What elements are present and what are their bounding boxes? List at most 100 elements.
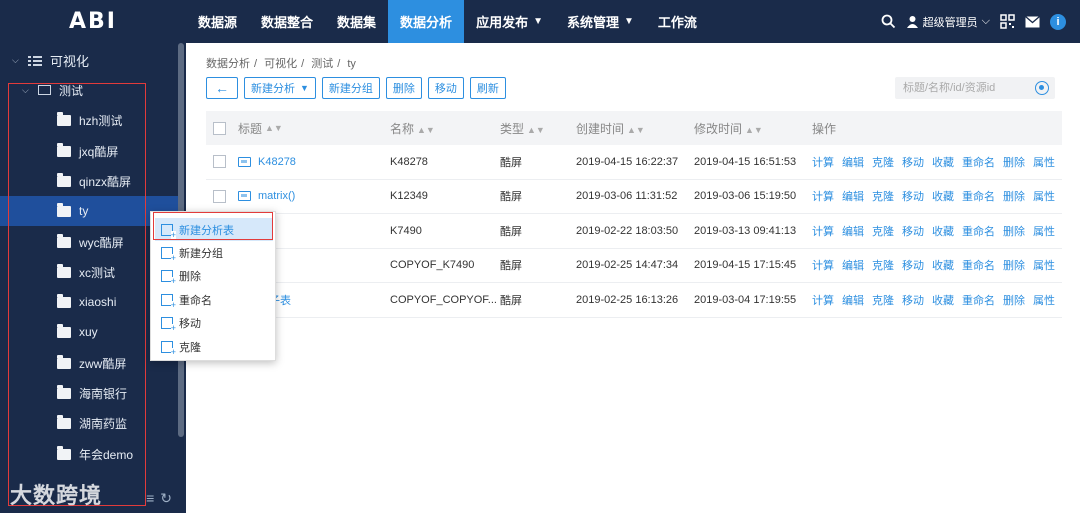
table-row[interactable]: 収 COPYOF_K7490 酷屏 2019-02-25 14:47:34 20…: [206, 249, 1062, 283]
row-created: 2019-02-25 16:13:26: [576, 293, 679, 306]
tree-folder[interactable]: 年会demo: [0, 439, 178, 469]
op-delete[interactable]: 删除: [1003, 257, 1025, 273]
search-icon[interactable]: [881, 14, 896, 29]
move-button[interactable]: 移动: [427, 77, 464, 99]
col-title-header[interactable]: 标题 ▲▼: [238, 120, 390, 137]
tree-node-visualization[interactable]: ⌵ 可视化: [0, 45, 178, 75]
op-compute[interactable]: 计算: [812, 292, 834, 308]
nav-app-publish[interactable]: 应用发布 ▼: [464, 0, 555, 43]
op-compute[interactable]: 计算: [812, 154, 834, 170]
op-compute[interactable]: 计算: [812, 257, 834, 273]
op-delete[interactable]: 删除: [1003, 188, 1025, 204]
nav-datasource[interactable]: 数据源: [186, 0, 249, 43]
col-created-header[interactable]: 创建时间 ▲▼: [576, 120, 694, 137]
nav-data-analysis[interactable]: 数据分析: [388, 0, 465, 43]
col-modified-header[interactable]: 修改时间 ▲▼: [694, 120, 812, 137]
row-title-link[interactable]: K48278: [258, 156, 296, 168]
col-type-header[interactable]: 类型 ▲▼: [500, 120, 576, 137]
op-clone[interactable]: 克隆: [872, 188, 894, 204]
op-delete[interactable]: 删除: [1003, 292, 1025, 308]
delete-button[interactable]: 删除: [385, 77, 422, 99]
table-row[interactable]: 动 K7490 酷屏 2019-02-22 18:03:50 2019-03-1…: [206, 214, 1062, 249]
nav-system-admin[interactable]: 系统管理 ▼: [555, 0, 646, 43]
op-properties[interactable]: 属性: [1033, 292, 1055, 308]
ctx-move[interactable]: 移动: [155, 311, 273, 334]
op-favorite[interactable]: 收藏: [932, 223, 954, 239]
new-analysis-button[interactable]: 新建分析 ▼: [244, 77, 316, 99]
breadcrumb-item[interactable]: 数据分析: [206, 58, 250, 70]
qrcode-icon[interactable]: [1000, 14, 1015, 29]
op-favorite[interactable]: 收藏: [932, 188, 954, 204]
search-input[interactable]: [895, 77, 1055, 99]
tree-folder[interactable]: jxq酷屏: [0, 136, 178, 166]
op-rename[interactable]: 重命名: [962, 223, 995, 239]
tree-node-test-group[interactable]: ⌵ 测试: [0, 75, 178, 105]
op-delete[interactable]: 删除: [1003, 154, 1025, 170]
ctx-new-group[interactable]: 新建分组: [155, 241, 273, 264]
ctx-delete[interactable]: 删除: [155, 264, 273, 287]
ctx-rename[interactable]: 重命名: [155, 288, 273, 311]
op-properties[interactable]: 属性: [1033, 223, 1055, 239]
new-group-button[interactable]: 新建分组: [321, 77, 380, 99]
op-compute[interactable]: 计算: [812, 188, 834, 204]
row-checkbox[interactable]: [213, 189, 226, 203]
breadcrumb-item[interactable]: 测试: [311, 58, 333, 70]
op-clone[interactable]: 克隆: [872, 223, 894, 239]
op-clone[interactable]: 克隆: [872, 257, 894, 273]
row-checkbox[interactable]: [213, 155, 226, 169]
op-properties[interactable]: 属性: [1033, 188, 1055, 204]
op-rename[interactable]: 重命名: [962, 257, 995, 273]
op-properties[interactable]: 属性: [1033, 257, 1055, 273]
op-edit[interactable]: 编辑: [842, 292, 864, 308]
tree-folder[interactable]: 海南银行: [0, 378, 178, 408]
refresh-icon[interactable]: ↻: [160, 490, 172, 507]
op-delete[interactable]: 删除: [1003, 223, 1025, 239]
search-target-icon[interactable]: [1035, 81, 1049, 95]
row-type: 酷屏: [500, 294, 522, 307]
tree-folder[interactable]: qinzx酷屏: [0, 166, 178, 196]
info-icon[interactable]: i: [1050, 13, 1066, 30]
main-nav: 数据源 数据整合 数据集 数据分析 应用发布 ▼ 系统管理 ▼ 工作流: [186, 0, 709, 43]
op-rename[interactable]: 重命名: [962, 292, 995, 308]
op-move[interactable]: 移动: [902, 188, 924, 204]
table-row[interactable]: K48278 K48278 酷屏 2019-04-15 16:22:37 201…: [206, 145, 1062, 180]
ctx-clone[interactable]: 克隆: [155, 335, 273, 358]
op-edit[interactable]: 编辑: [842, 188, 864, 204]
op-move[interactable]: 移动: [902, 154, 924, 170]
nav-data-integration[interactable]: 数据整合: [249, 0, 325, 43]
user-menu[interactable]: 超级管理员 ⌵: [906, 14, 990, 30]
table-row[interactable]: 収子表 COPYOF_COPYOF... 酷屏 2019-02-25 16:13…: [206, 283, 1062, 318]
op-move[interactable]: 移动: [902, 257, 924, 273]
nav-workflow[interactable]: 工作流: [646, 0, 709, 43]
op-edit[interactable]: 编辑: [842, 257, 864, 273]
op-clone[interactable]: 克隆: [872, 154, 894, 170]
mail-icon[interactable]: [1025, 15, 1040, 28]
row-title-link[interactable]: matrix(): [258, 190, 295, 202]
tree-folder[interactable]: 湖南药监: [0, 408, 178, 438]
breadcrumb-item[interactable]: 可视化: [264, 58, 297, 70]
app-logo[interactable]: ABI: [0, 0, 186, 43]
nav-dataset[interactable]: 数据集: [325, 0, 388, 43]
ctx-label: 克隆: [179, 341, 201, 354]
back-button[interactable]: ←: [206, 77, 238, 99]
button-label: 新建分组: [328, 83, 373, 95]
op-clone[interactable]: 克隆: [872, 292, 894, 308]
op-rename[interactable]: 重命名: [962, 154, 995, 170]
op-favorite[interactable]: 收藏: [932, 154, 954, 170]
menu-icon[interactable]: ≡: [146, 490, 154, 506]
col-name-header[interactable]: 名称 ▲▼: [390, 120, 500, 137]
op-edit[interactable]: 编辑: [842, 154, 864, 170]
op-move[interactable]: 移动: [902, 223, 924, 239]
table-row[interactable]: matrix() K12349 酷屏 2019-03-06 11:31:52 2…: [206, 180, 1062, 214]
select-all-checkbox[interactable]: [213, 121, 226, 135]
op-edit[interactable]: 编辑: [842, 223, 864, 239]
refresh-button[interactable]: 刷新: [469, 77, 506, 99]
op-properties[interactable]: 属性: [1033, 154, 1055, 170]
op-compute[interactable]: 计算: [812, 223, 834, 239]
op-favorite[interactable]: 收藏: [932, 292, 954, 308]
ctx-new-analysis-table[interactable]: 新建分析表: [155, 218, 273, 241]
op-favorite[interactable]: 收藏: [932, 257, 954, 273]
tree-folder[interactable]: hzh测试: [0, 105, 178, 135]
op-rename[interactable]: 重命名: [962, 188, 995, 204]
op-move[interactable]: 移动: [902, 292, 924, 308]
